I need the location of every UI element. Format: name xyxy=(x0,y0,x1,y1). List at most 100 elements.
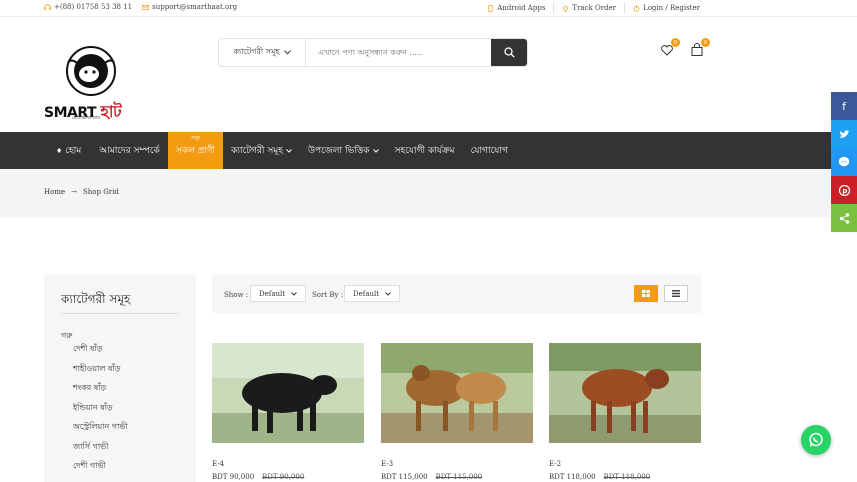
product-image[interactable] xyxy=(549,343,701,443)
sidebar-item[interactable]: দেশী গাভী xyxy=(73,460,128,480)
mobile-icon xyxy=(488,4,493,12)
brown-bull-photo xyxy=(381,343,533,443)
sort-label: Sort By : xyxy=(312,291,344,299)
breadcrumb-home-link[interactable]: Home xyxy=(44,188,65,196)
sidebar-item[interactable]: শংকর ষাঁড় xyxy=(73,382,128,402)
search-category-label: ক্যাটেগরী সমূহ xyxy=(233,47,280,56)
track-order-label: Track Order xyxy=(572,4,617,12)
grid-icon xyxy=(642,290,650,297)
nav-all-animals-tag: সমূহ xyxy=(191,135,200,141)
product-image[interactable] xyxy=(381,343,533,443)
list-view-button[interactable] xyxy=(664,285,688,302)
search-button[interactable] xyxy=(491,39,527,66)
chevron-down-icon xyxy=(372,148,379,153)
category-sidebar: ক্যাটেগরী সমূহ গরু দেশী ষাঁড় শাহীওয়াল … xyxy=(44,275,196,482)
cart-button[interactable]: 0 xyxy=(690,38,710,56)
facebook-icon: f xyxy=(842,99,846,113)
sidebar-item[interactable]: দেশী ষাঁড় xyxy=(73,343,128,363)
product-current-price: BDT 115,000 xyxy=(381,473,428,481)
search-icon xyxy=(503,47,515,58)
nav-partner-label: সহযোগী কার্যক্রম xyxy=(394,146,455,156)
nav-item-categories[interactable]: ক্যাটেগরী সমূহ xyxy=(223,132,300,169)
email-contact[interactable]: support@smarthaat.org xyxy=(142,3,237,11)
nav-item-home[interactable]: ♦ হোম xyxy=(48,132,91,169)
product-card[interactable]: E-2 BDT 118,000 BDT 118,000 xyxy=(549,343,701,481)
share-icon xyxy=(839,212,849,224)
android-apps-link[interactable]: Android Apps xyxy=(487,4,545,12)
product-old-price: BDT 90,000 xyxy=(262,473,305,481)
sort-select-value: Default xyxy=(353,289,380,298)
sidebar-item[interactable]: ইন্ডিয়ান ষাঁড় xyxy=(73,402,128,422)
sidebar-title: ক্যাটেগরী সমূহ xyxy=(61,292,131,306)
search-input[interactable] xyxy=(306,39,491,66)
grid-view-button[interactable] xyxy=(634,285,658,302)
nav-item-all-animals[interactable]: সমূহ সকল প্রাণী xyxy=(167,132,223,169)
nav-upazila-label: উপজেলা ভিত্তিক xyxy=(308,146,370,156)
chevron-down-icon xyxy=(291,291,297,296)
divider xyxy=(61,313,179,314)
nav-item-partner-activities[interactable]: সহযোগী কার্যক্রম xyxy=(387,132,463,169)
shop-toolbar: Show : Default Sort By : Default xyxy=(212,275,701,313)
login-register-link[interactable]: Login / Register xyxy=(633,4,700,12)
breadcrumb-band: Home → Shop Grid xyxy=(0,169,830,217)
power-icon xyxy=(633,4,640,12)
product-image[interactable] xyxy=(212,343,364,443)
chevron-down-icon xyxy=(283,50,291,55)
site-logo[interactable]: SMART হাট মৌলভীবাজার xyxy=(42,44,142,124)
login-register-label: Login / Register xyxy=(643,4,700,12)
show-label: Show : xyxy=(224,291,249,299)
pinterest-share-button[interactable]: p xyxy=(831,176,857,204)
divider xyxy=(553,3,555,13)
mail-icon xyxy=(142,4,150,10)
product-price: BDT 90,000 BDT 90,000 xyxy=(212,473,304,481)
nav-item-upazila[interactable]: উপজেলা ভিত্তিক xyxy=(300,132,387,169)
cow-emblem-icon xyxy=(66,46,116,96)
whatsapp-chat-button[interactable] xyxy=(801,425,831,455)
wishlist-button[interactable]: 0 xyxy=(660,38,680,56)
wishlist-count-badge: 0 xyxy=(671,38,680,47)
messenger-icon xyxy=(838,156,850,167)
main-navigation: ♦ হোম আমাদের সম্পর্কে সমূহ সকল প্রাণী ক্… xyxy=(0,132,857,169)
black-bull-photo xyxy=(212,343,364,443)
product-name[interactable]: E-4 xyxy=(212,460,224,468)
sidebar-group-cow[interactable]: গরু xyxy=(61,330,72,343)
search-bar: ক্যাটেগরী সমূহ xyxy=(218,38,528,67)
product-card[interactable]: E-4 BDT 90,000 BDT 90,000 xyxy=(212,343,364,481)
phone-number: +(88) 01758 53 38 11 xyxy=(54,3,133,11)
sidebar-item[interactable]: অস্ট্রেলিয়ান গাভী xyxy=(73,421,128,441)
product-old-price: BDT 118,000 xyxy=(603,473,651,481)
facebook-share-button[interactable]: f xyxy=(831,92,857,120)
breadcrumb: Home → Shop Grid xyxy=(44,188,119,196)
sort-select[interactable]: Default xyxy=(344,285,401,302)
sidebar-item[interactable]: শাহীওয়াল ষাঁড় xyxy=(73,363,128,383)
chevron-down-icon xyxy=(286,148,292,153)
nav-about-label: আমাদের সম্পর্কে xyxy=(99,146,160,156)
chevron-down-icon xyxy=(385,291,391,296)
nav-item-contact[interactable]: যোগাযোগ xyxy=(463,132,516,169)
list-icon xyxy=(672,290,680,297)
twitter-icon xyxy=(839,129,849,138)
breadcrumb-current: Shop Grid xyxy=(82,188,119,196)
search-category-select[interactable]: ক্যাটেগরী সমূহ xyxy=(219,39,306,66)
sidebar-item[interactable]: জার্সি গাভী xyxy=(73,441,128,461)
share-button[interactable] xyxy=(831,204,857,232)
phone-contact[interactable]: +(88) 01758 53 38 11 xyxy=(44,3,132,11)
logo-subtitle: মৌলভীবাজার xyxy=(72,115,101,121)
show-select[interactable]: Default xyxy=(250,285,307,302)
twitter-share-button[interactable] xyxy=(831,120,857,148)
product-card[interactable]: E-3 BDT 115,000 BDT 115,000 xyxy=(381,343,533,481)
pinterest-icon: p xyxy=(838,184,850,196)
messenger-share-button[interactable] xyxy=(831,148,857,176)
product-name[interactable]: E-3 xyxy=(381,460,393,468)
header-actions: 0 0 xyxy=(660,38,710,56)
product-name[interactable]: E-2 xyxy=(549,460,561,468)
product-current-price: BDT 90,000 xyxy=(212,473,255,481)
headset-icon xyxy=(44,3,51,10)
divider xyxy=(624,3,626,13)
arrow-right-icon: → xyxy=(71,188,77,196)
cart-count-badge: 0 xyxy=(701,38,710,47)
track-order-link[interactable]: Track Order xyxy=(562,4,616,12)
product-current-price: BDT 118,000 xyxy=(549,473,596,481)
top-bar: +(88) 01758 53 38 11 support@smarthaat.o… xyxy=(0,0,857,17)
nav-item-about[interactable]: আমাদের সম্পর্কে xyxy=(91,132,168,169)
